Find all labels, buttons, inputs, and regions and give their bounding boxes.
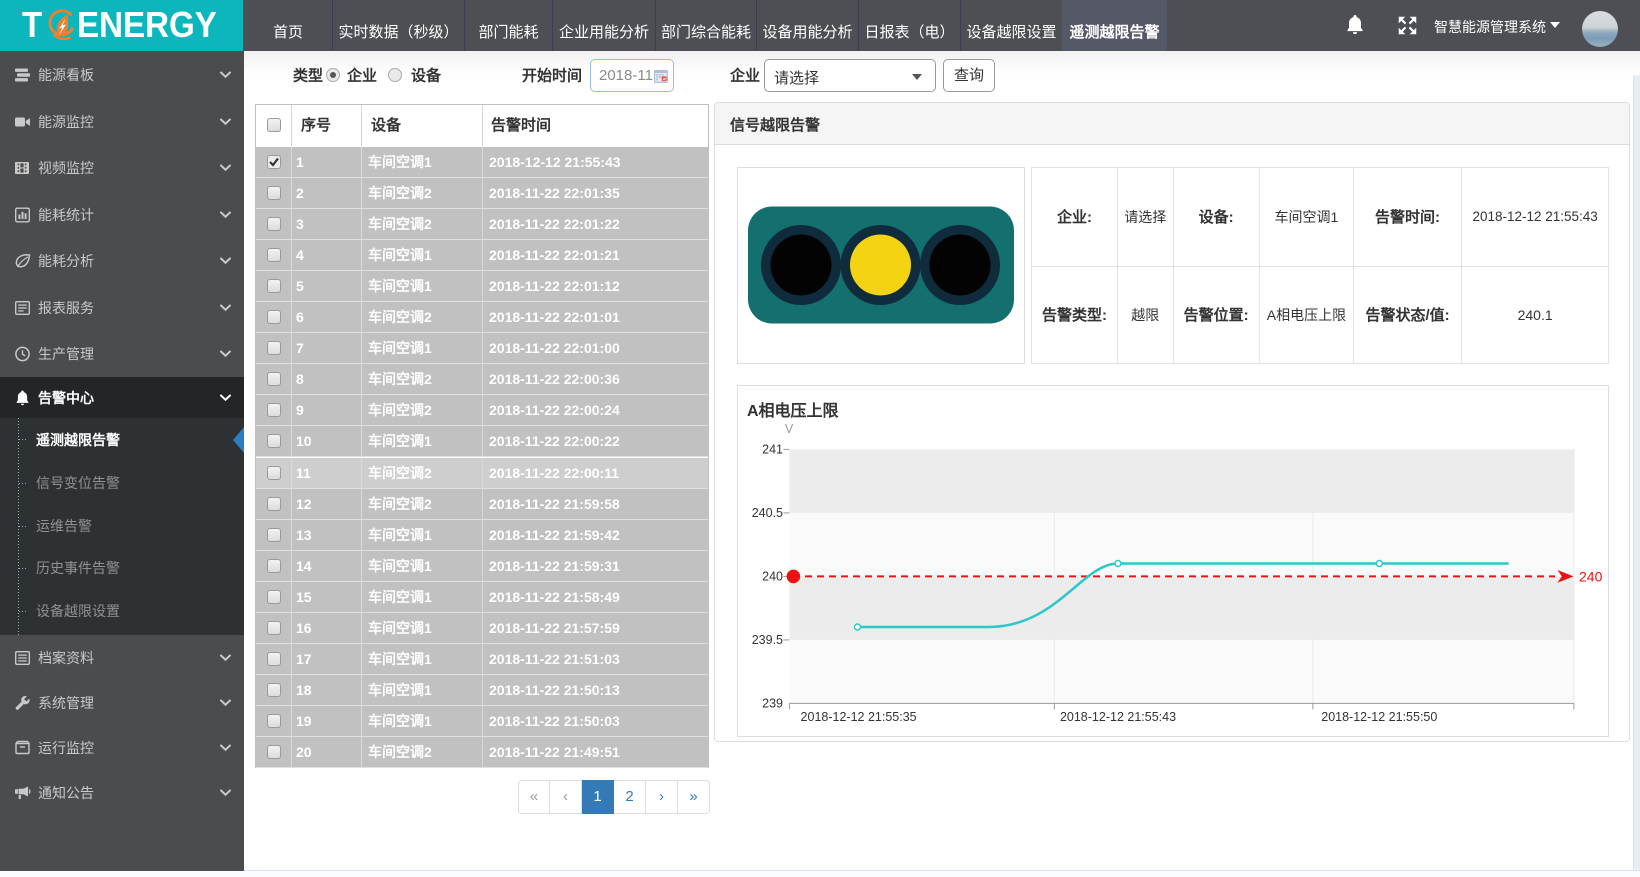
svg-text:241: 241 <box>762 443 783 457</box>
svg-text:V: V <box>785 422 794 436</box>
svg-text:240: 240 <box>762 570 783 584</box>
svg-text:239.5: 239.5 <box>752 633 783 647</box>
svg-text:2018-12-12 21:55:43: 2018-12-12 21:55:43 <box>1060 710 1176 724</box>
svg-text:2018-12-12 21:55:35: 2018-12-12 21:55:35 <box>801 710 917 724</box>
svg-text:2018-12-12 21:55:50: 2018-12-12 21:55:50 <box>1321 710 1437 724</box>
svg-text:239: 239 <box>762 697 783 711</box>
svg-text:240.5: 240.5 <box>752 506 783 520</box>
svg-text:240: 240 <box>1579 569 1603 585</box>
